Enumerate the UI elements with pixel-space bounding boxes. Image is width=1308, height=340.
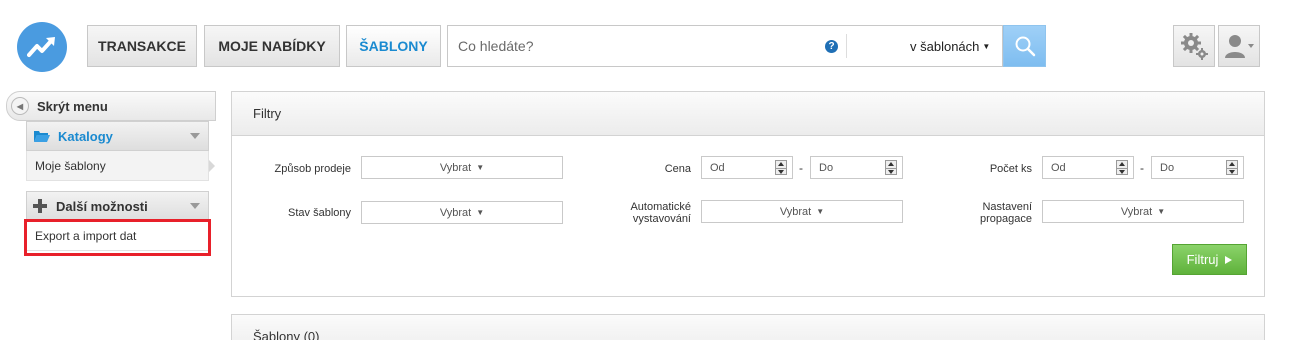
stav-sablony-select[interactable]: Vybrat ▼ (361, 201, 563, 224)
select-value: Vybrat (779, 205, 812, 218)
search-bar: ? v šablonách▼ (447, 25, 1003, 67)
settings-button[interactable] (1173, 25, 1215, 67)
chevron-left-icon: ◀ (11, 97, 29, 115)
tab-sablony[interactable]: ŠABLONY (346, 25, 441, 67)
input-placeholder: Do (1160, 161, 1175, 174)
nastaveni-propagace-select[interactable]: Vybrat ▼ (1042, 200, 1244, 223)
spinner-icon[interactable] (1116, 160, 1128, 175)
templates-title: Šablony (0) (253, 329, 320, 340)
filtruj-label: Filtruj (1186, 252, 1219, 267)
caret-down-icon: ▼ (1157, 207, 1166, 216)
collapse-caret-icon (190, 133, 200, 139)
filter-label-stav-sablony: Stav šablony (288, 207, 351, 219)
filters-panel: Filtry (231, 91, 1265, 297)
caret-down-icon: ▼ (982, 42, 991, 51)
input-placeholder: Do (819, 161, 834, 174)
label-line: vystavování (632, 213, 691, 225)
collapse-caret-icon (190, 203, 200, 209)
tab-transakce[interactable]: TRANSAKCE (87, 25, 197, 67)
filter-label-pocet-ks: Počet ks (989, 163, 1032, 175)
templates-panel-header: Šablony (0) (232, 315, 1264, 340)
folder-open-icon (34, 131, 50, 142)
select-value: Vybrat (1120, 205, 1153, 218)
filters-panel-header: Filtry (232, 92, 1264, 136)
range-separator: - (799, 161, 803, 175)
search-input[interactable] (448, 26, 818, 66)
label-line: Nastavení (982, 201, 1032, 213)
cena-to-input[interactable]: Do (810, 156, 903, 179)
spinner-icon[interactable] (775, 160, 787, 175)
user-menu-button[interactable] (1218, 25, 1260, 67)
sidebar-section-dalsi-moznosti[interactable]: Další možnosti (26, 191, 209, 221)
select-value: Vybrat (439, 161, 472, 174)
cena-from-input[interactable]: Od (701, 156, 793, 179)
sidebar-section-title: Další možnosti (56, 198, 148, 214)
range-separator: - (1140, 161, 1144, 175)
search-scope-label: v šablonách (910, 39, 980, 54)
select-value: Vybrat (439, 206, 472, 219)
filter-label-zpusob-prodeje: Způsob prodeje (274, 163, 351, 175)
search-scope-dropdown[interactable]: v šablonách ▼ (910, 39, 990, 54)
spinner-icon[interactable] (885, 160, 897, 175)
plus-icon (33, 199, 47, 213)
label-line: propagace (980, 213, 1032, 225)
label-line: Automatické (630, 201, 691, 213)
automaticke-vystavovani-select[interactable]: Vybrat ▼ (701, 200, 903, 223)
caret-down-icon: ▼ (816, 207, 825, 216)
search-divider (846, 34, 847, 58)
help-icon[interactable]: ? (825, 40, 838, 53)
spinner-icon[interactable] (1226, 160, 1238, 175)
sidebar-item-label: Moje šablony (35, 158, 106, 173)
input-placeholder: Od (1051, 161, 1066, 174)
app-logo[interactable] (17, 22, 67, 72)
sidebar-section-katalogy[interactable]: Katalogy (26, 121, 209, 151)
filter-label-automaticke-vystavovani: Automatické vystavování (590, 201, 691, 225)
hide-menu-label: Skrýt menu (37, 98, 108, 114)
input-placeholder: Od (710, 161, 725, 174)
tab-moje-nabidky[interactable]: MOJE NABÍDKY (204, 25, 340, 67)
user-icon (1225, 35, 1254, 58)
filters-title: Filtry (253, 106, 282, 121)
zpusob-prodeje-select[interactable]: Vybrat ▼ (361, 156, 563, 179)
play-icon (1225, 255, 1233, 264)
trend-up-icon (27, 37, 55, 57)
sidebar-item-moje-sablony[interactable]: Moje šablony (26, 151, 209, 181)
hide-menu-button[interactable]: ◀ Skrýt menu (6, 91, 216, 121)
gear-icon (1181, 33, 1208, 60)
filter-label-cena: Cena (664, 163, 691, 175)
filter-label-nastaveni-propagace: Nastavení propagace (930, 201, 1032, 225)
sidebar-section-title: Katalogy (58, 128, 113, 144)
highlight-box (24, 219, 211, 256)
search-button[interactable] (1003, 25, 1046, 67)
caret-down-icon: ▼ (476, 163, 485, 172)
pocet-ks-to-input[interactable]: Do (1151, 156, 1244, 179)
search-icon (1015, 36, 1035, 57)
templates-panel: Šablony (0) (231, 314, 1265, 340)
pocet-ks-from-input[interactable]: Od (1042, 156, 1134, 179)
caret-down-icon: ▼ (476, 208, 485, 217)
filtruj-button[interactable]: Filtruj (1172, 244, 1247, 275)
active-pointer-icon (209, 160, 215, 172)
